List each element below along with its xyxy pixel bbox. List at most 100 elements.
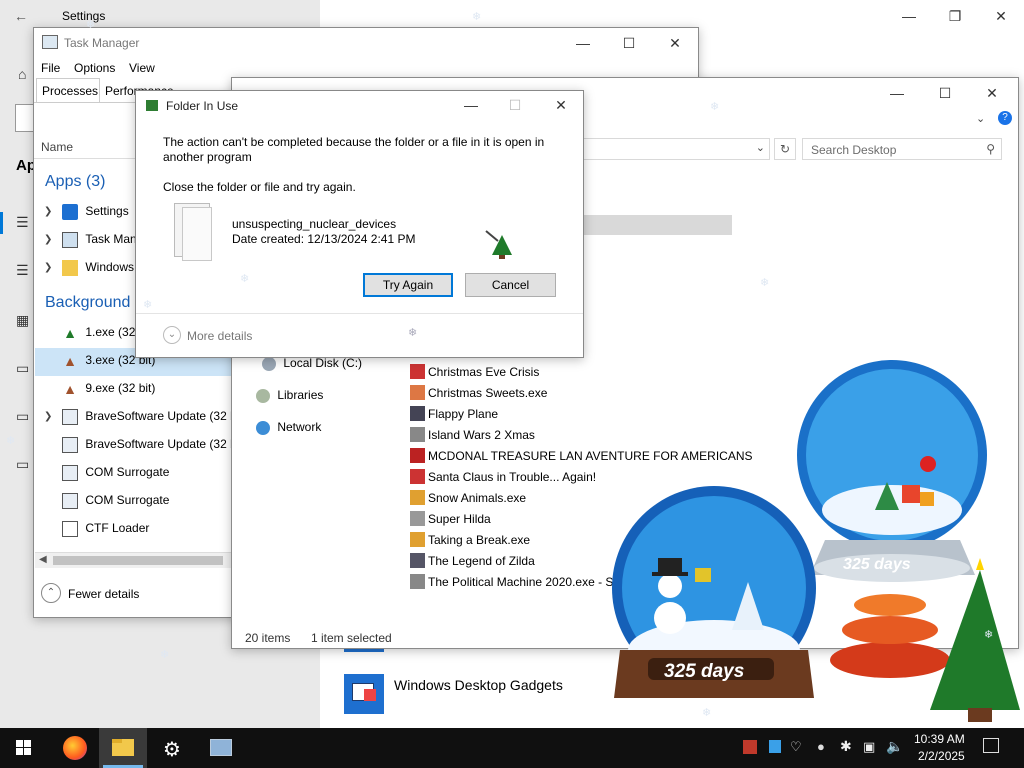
process-row[interactable]: BraveSoftware Update (32 bit) [62,437,247,453]
clock-date[interactable]: 2/2/2025 [918,749,965,763]
small-globe-days-label: 325 days [843,556,911,573]
file-item[interactable]: Christmas Eve Crisis [410,364,539,379]
file-item[interactable]: Christmas Sweets.exe [410,385,547,400]
snow-globe-gadgets[interactable] [590,360,1020,728]
large-globe-days-label: 325 days [664,661,745,682]
file-document-icon [168,199,216,261]
startup-icon[interactable]: ▭ [16,456,29,473]
file-item[interactable]: Super Hilda [410,511,491,526]
settings-gear-icon[interactable]: ⚙ [148,728,196,768]
dialog-close-button[interactable]: ✕ [552,96,570,114]
file-item[interactable]: The Legend of Zilda [410,553,535,568]
settings-minimize-button[interactable]: — [900,7,918,25]
notification-icon[interactable] [983,738,999,753]
chevron-down-icon[interactable]: ⌄ [163,326,181,344]
snowflake-tray-icon[interactable]: ✱ [840,738,852,755]
process-row[interactable]: Windows [62,260,134,276]
back-arrow-icon[interactable]: ← [14,8,28,24]
menu-view[interactable]: View [129,61,155,75]
settings-maximize-button[interactable]: ❐ [946,7,964,25]
apps-features-icon[interactable]: ☰ [16,214,29,231]
search-icon: ⚲ [986,142,995,156]
process-row[interactable]: BraveSoftware Update (32 bit) [62,409,247,425]
selected-indicator [0,212,3,234]
try-again-button[interactable]: Try Again [363,273,453,297]
process-row[interactable]: CTF Loader [62,521,149,537]
tm-close-button[interactable]: ✕ [666,34,684,52]
video-playback-icon[interactable]: ▭ [16,408,29,425]
horizontal-scrollbar[interactable]: ◀ [35,552,231,568]
tm-maximize-button[interactable]: ☐ [620,34,638,52]
process-row[interactable]: COM Surrogate [62,465,169,481]
search-desktop-box[interactable]: Search Desktop ⚲ [802,138,1002,160]
file-item[interactable]: Island Wars 2 Xmas [410,427,535,442]
process-row[interactable]: ▲ 9.exe (32 bit) [62,381,155,397]
folder-in-use-dialog: Folder In Use — ☐ ✕ The action can't be … [135,90,584,358]
gadgets-app-icon[interactable] [344,674,384,714]
process-row[interactable]: Settings [62,204,129,220]
dialog-app-icon [146,100,158,111]
settings-close-button[interactable]: ✕ [992,7,1010,25]
app-window-icon [62,465,78,481]
nav-item-libraries[interactable]: Libraries [256,388,323,403]
chevron-up-icon[interactable]: ⌃ [41,583,61,603]
libraries-icon [256,388,270,403]
default-apps-icon[interactable]: ☰ [16,262,29,279]
more-details-link[interactable]: More details [187,329,252,343]
tray-app-icon[interactable] [743,740,757,754]
firefox-icon[interactable] [50,728,98,768]
offline-maps-icon[interactable]: ▦ [16,312,29,329]
apps-websites-icon[interactable]: ▭ [16,360,29,377]
clock-time[interactable]: 10:39 AM [914,732,965,746]
column-header-name[interactable]: Name [41,140,73,154]
snowflake-icon: ❄ [160,649,170,661]
tray-drop-icon[interactable]: ● [817,739,825,754]
home-icon[interactable]: ⌂ [18,66,26,82]
start-button[interactable] [0,728,48,768]
tm-minimize-button[interactable]: — [574,34,592,52]
help-icon[interactable]: ? [998,111,1012,125]
task-manager-app-icon [42,35,58,49]
cancel-button[interactable]: Cancel [465,273,556,297]
pen-icon [62,521,78,537]
nav-item-local-disk[interactable]: Local Disk (C:) [262,356,362,371]
task-manager-icon[interactable] [197,728,245,768]
snowflake-icon: ❄ [760,277,770,289]
fewer-details-link[interactable]: Fewer details [68,587,139,601]
tray-app-icon[interactable] [769,740,781,753]
selected-file-highlight [582,215,732,235]
dialog-minimize-button[interactable]: — [462,96,480,114]
taskbar: ⚙ ♡ ● ✱ ▣ 🔈 10:39 AM 2/2/2025 [0,728,1024,768]
snowflake-icon: ❄ [6,435,16,447]
address-bar[interactable]: ⌄ [582,138,770,160]
tab-processes[interactable]: Processes [36,78,100,102]
menu-options[interactable]: Options [74,61,115,75]
expand-chevron-icon[interactable]: ❯ [44,411,52,422]
ribbon-expand-icon[interactable]: ⌄ [976,112,985,125]
file-item[interactable]: Taking a Break.exe [410,532,530,547]
expand-chevron-icon[interactable]: ❯ [44,262,52,273]
expand-chevron-icon[interactable]: ❯ [44,206,52,217]
menu-file[interactable]: File [41,61,60,75]
file-item[interactable]: Flappy Plane [410,406,498,421]
explorer-close-button[interactable]: ✕ [983,84,1001,102]
gadgets-item-label[interactable]: Windows Desktop Gadgets [394,677,563,693]
tray-app-icon[interactable]: ♡ [790,739,802,755]
nav-item-network[interactable]: Network [256,420,321,435]
process-row[interactable]: COM Surrogate [62,493,169,509]
network-icon[interactable]: ▣ [863,739,875,755]
app-window-icon [62,409,78,425]
volume-icon[interactable]: 🔈 [886,738,903,755]
process-row[interactable]: Task Man [62,232,137,248]
scrollbar-thumb [53,556,223,565]
settings-search-box[interactable] [15,104,35,132]
expand-chevron-icon[interactable]: ❯ [44,234,52,245]
dialog-title: Folder In Use [166,99,239,113]
file-item[interactable]: Snow Animals.exe [410,490,526,505]
file-explorer-icon[interactable] [99,728,147,768]
file-item[interactable]: Santa Claus in Trouble... Again! [410,469,596,484]
dialog-maximize-button: ☐ [508,97,522,113]
refresh-icon[interactable]: ↻ [774,138,796,160]
explorer-maximize-button[interactable]: ☐ [936,84,954,102]
explorer-minimize-button[interactable]: — [888,84,906,102]
